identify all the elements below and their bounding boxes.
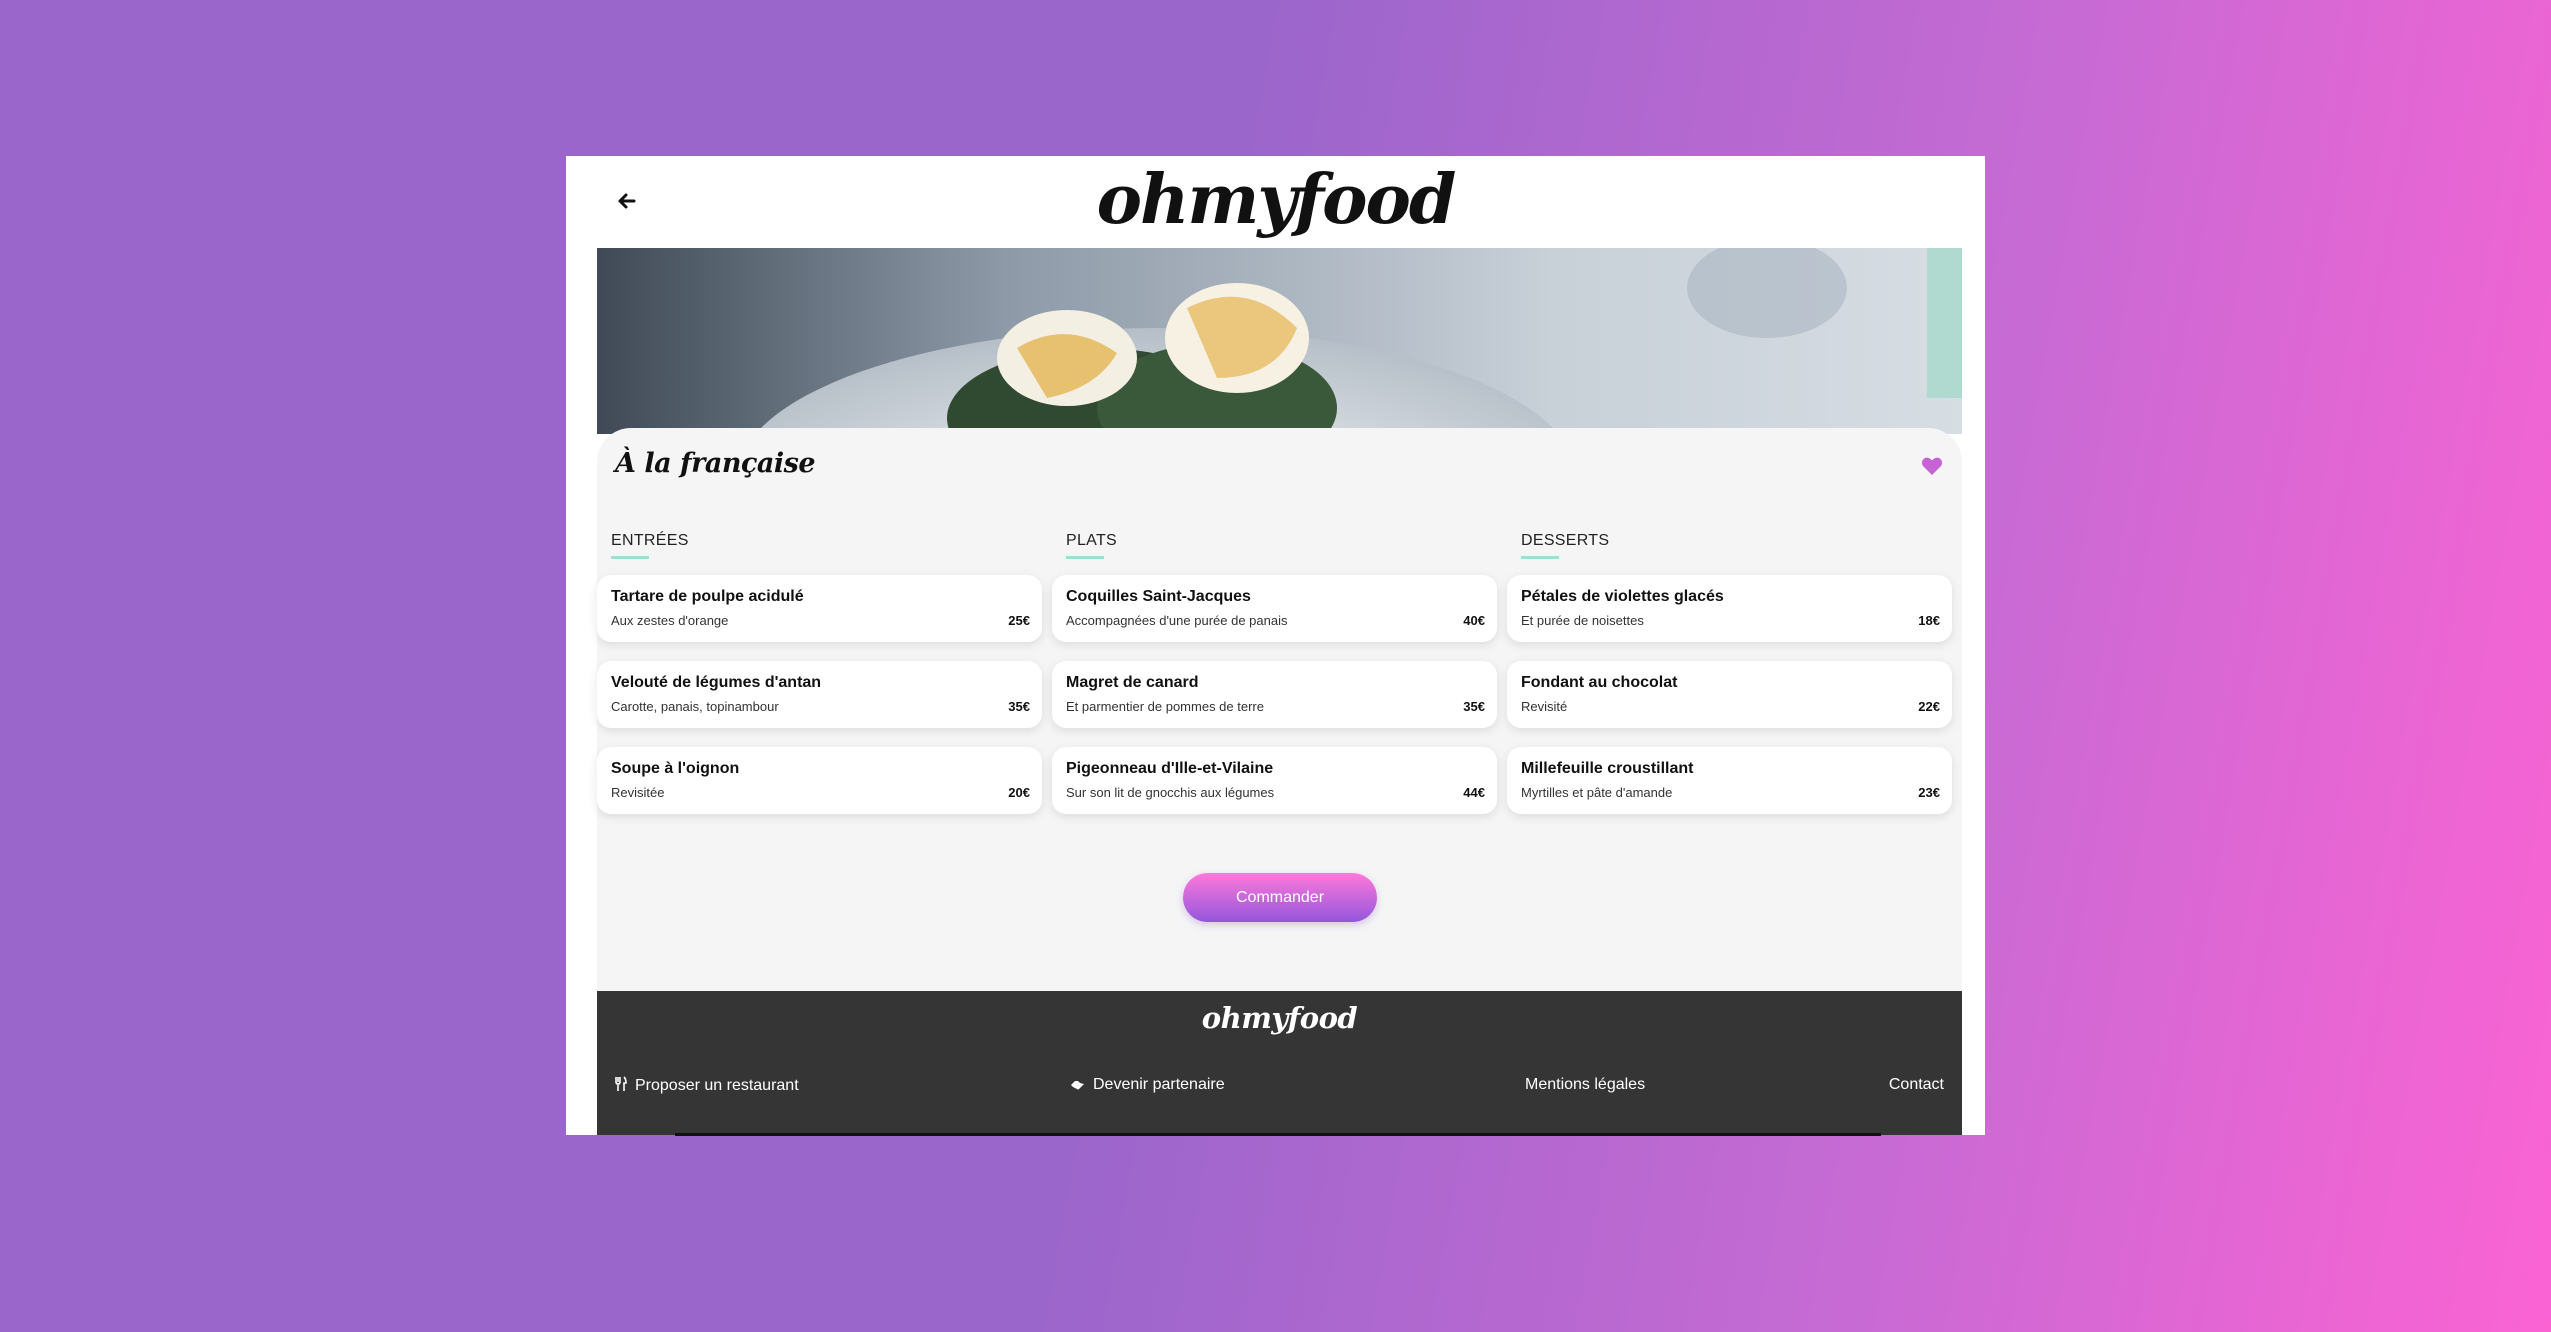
column-underline — [1066, 556, 1104, 559]
dish-description: Sur son lit de gnocchis aux légumes — [1066, 785, 1275, 800]
menu-column-plats: PLATS Coquilles Saint-Jacques Accompagné… — [1052, 532, 1497, 833]
dish-price: 35€ — [1008, 699, 1030, 714]
dish-name: Velouté de légumes d'antan — [611, 674, 822, 691]
dish-description: Et parmentier de pommes de terre — [1066, 699, 1264, 714]
restaurant-name: À la française — [615, 448, 816, 479]
dish-name: Tartare de poulpe acidulé — [611, 588, 804, 605]
divider — [675, 1133, 1881, 1136]
menu-section: À la française ENTRÉES Tartare de poulpe… — [597, 428, 1962, 991]
column-underline — [611, 556, 649, 559]
dish-name: Pigeonneau d'Ille-et-Vilaine — [1066, 760, 1274, 777]
hero-image — [597, 248, 1962, 434]
dish-description: Accompagnées d'une purée de panais — [1066, 613, 1288, 628]
footer-link-propose-restaurant[interactable]: Proposer un restaurant — [615, 1076, 799, 1095]
column-title: ENTRÉES — [611, 532, 689, 549]
header: ohmyfood — [566, 156, 1985, 248]
column-underline — [1521, 556, 1559, 559]
heart-icon[interactable] — [1921, 456, 1943, 476]
dish-name: Magret de canard — [1066, 674, 1199, 691]
handshake-icon — [1071, 1081, 1084, 1090]
menu-item-card[interactable]: Pétales de violettes glacés Et purée de … — [1507, 575, 1952, 642]
footer-logo[interactable]: ohmyfood — [597, 1001, 1962, 1035]
footer-link-label: Devenir partenaire — [1093, 1076, 1225, 1093]
dish-price: 35€ — [1463, 699, 1485, 714]
dish-price: 44€ — [1463, 785, 1485, 800]
dish-description: Carotte, panais, topinambour — [611, 699, 779, 714]
dish-price: 23€ — [1918, 785, 1940, 800]
footer-link-label: Proposer un restaurant — [635, 1077, 799, 1094]
menu-column-desserts: DESSERTS Pétales de violettes glacés Et … — [1507, 532, 1952, 833]
menu-column-entrees: ENTRÉES Tartare de poulpe acidulé Aux ze… — [597, 532, 1042, 833]
footer: ohmyfood Proposer un restaurant Devenir … — [597, 991, 1962, 1135]
dish-price: 22€ — [1918, 699, 1940, 714]
restaurant-page: À la française ENTRÉES Tartare de poulpe… — [597, 248, 1962, 1135]
dish-price: 25€ — [1008, 613, 1030, 628]
menu-item-card[interactable]: Soupe à l'oignon Revisitée 20€ — [597, 747, 1042, 814]
dish-name: Millefeuille croustillant — [1521, 760, 1694, 777]
app-window: ohmyfood À la française ENTRÉES Tartare … — [566, 156, 1985, 1135]
dish-name: Fondant au chocolat — [1521, 674, 1678, 691]
dish-description: Revisitée — [611, 785, 665, 800]
dish-price: 20€ — [1008, 785, 1030, 800]
dish-description: Aux zestes d'orange — [611, 613, 729, 628]
menu-item-card[interactable]: Velouté de légumes d'antan Carotte, pana… — [597, 661, 1042, 728]
dish-description: Et purée de noisettes — [1521, 613, 1644, 628]
dish-name: Coquilles Saint-Jacques — [1066, 588, 1251, 605]
column-title: DESSERTS — [1521, 532, 1610, 549]
order-button[interactable]: Commander — [1183, 873, 1377, 922]
column-title: PLATS — [1066, 532, 1117, 549]
footer-link-contact[interactable]: Contact — [1889, 1076, 1944, 1094]
dish-price: 18€ — [1918, 613, 1940, 628]
menu-item-card[interactable]: Millefeuille croustillant Myrtilles et p… — [1507, 747, 1952, 814]
menu-item-card[interactable]: Pigeonneau d'Ille-et-Vilaine Sur son lit… — [1052, 747, 1497, 814]
dish-name: Soupe à l'oignon — [611, 760, 740, 777]
menu-item-card[interactable]: Tartare de poulpe acidulé Aux zestes d'o… — [597, 575, 1042, 642]
utensils-icon — [615, 1076, 627, 1091]
menu-item-card[interactable]: Coquilles Saint-Jacques Accompagnées d'u… — [1052, 575, 1497, 642]
dish-description: Myrtilles et pâte d'amande — [1521, 785, 1673, 800]
dish-name: Pétales de violettes glacés — [1521, 588, 1724, 605]
footer-link-legal-notice[interactable]: Mentions légales — [1525, 1076, 1645, 1094]
site-logo[interactable]: ohmyfood — [566, 160, 1985, 240]
menu-item-card[interactable]: Magret de canard Et parmentier de pommes… — [1052, 661, 1497, 728]
menu-item-card[interactable]: Fondant au chocolat Revisité 22€ — [1507, 661, 1952, 728]
footer-link-become-partner[interactable]: Devenir partenaire — [1070, 1076, 1225, 1094]
dish-description: Revisité — [1521, 699, 1568, 714]
dish-price: 40€ — [1463, 613, 1485, 628]
